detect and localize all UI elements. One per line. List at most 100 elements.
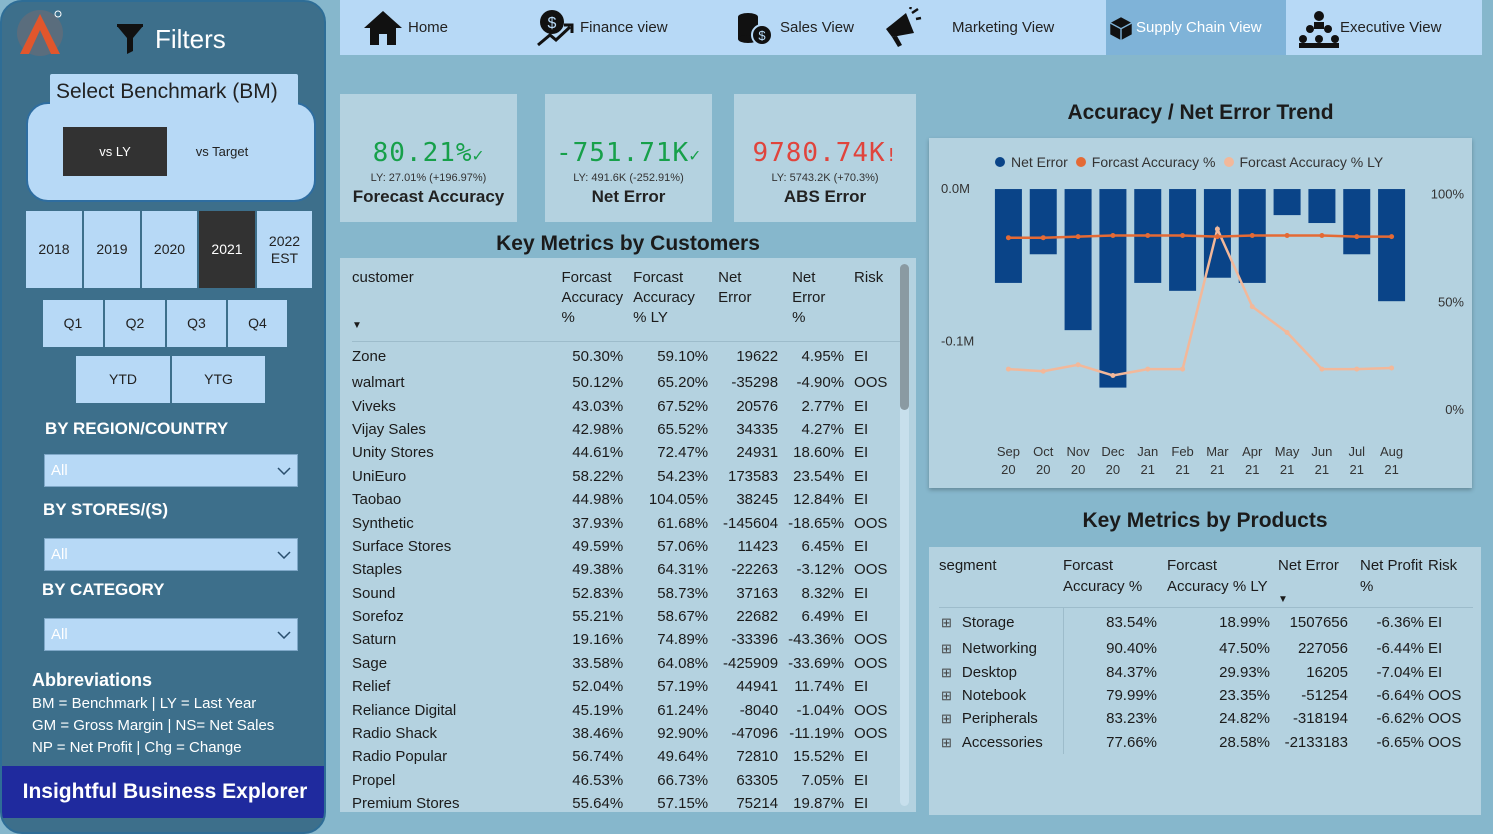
col-header-risk[interactable]: Risk <box>1424 547 1473 607</box>
col-header-forecast-accuracy-ly[interactable]: Forcast Accuracy % LY <box>1157 547 1270 607</box>
table-row[interactable]: ⊞ Notebook 79.99% 23.35% -51254 -6.64% OOS <box>939 683 1473 708</box>
segment-label: Peripherals <box>961 710 1038 728</box>
category-dropdown[interactable]: All <box>44 618 298 651</box>
table-row[interactable]: Zone 50.30% 59.10% 19622 4.95% EI <box>352 341 900 371</box>
kpi-forecast-accuracy: 80.21%✓ LY: 27.01% (+196.97%) Forecast A… <box>340 94 517 222</box>
year-2019-button[interactable]: 2019 <box>84 211 140 288</box>
expand-icon[interactable]: ⊞ <box>941 641 952 656</box>
nav-home-label: Home <box>408 19 449 36</box>
table-row[interactable]: ⊞ Peripherals 83.23% 24.82% -318194 -6.62% OOS <box>939 707 1473 731</box>
table-row[interactable]: Saturn 19.16% 74.89% -33396 -43.36% OOS <box>352 628 900 651</box>
expand-icon[interactable]: ⊞ <box>941 615 952 630</box>
x-tick-label: 21 <box>1315 462 1329 477</box>
cell-net-error: 72810 <box>736 748 779 766</box>
table-row[interactable]: ⊞ Desktop 84.37% 29.93% 16205 -7.04% EI <box>939 660 1473 684</box>
table-row[interactable]: ⊞ Storage 83.54% 18.99% 1507656 -6.36% EI <box>939 607 1473 637</box>
point-forecast-accuracy-ly <box>1005 366 1011 372</box>
customers-scrollbar-thumb[interactable] <box>900 264 909 410</box>
nav-sales-view[interactable]: $ Sales View <box>734 0 854 55</box>
table-row[interactable]: Premium Stores 55.64% 57.15% 75214 19.87% EI <box>352 792 900 815</box>
col-header-net-profit[interactable]: Net Profit % <box>1348 547 1424 607</box>
col-header-forecast-accuracy[interactable]: Forcast Accuracy % <box>1063 547 1157 607</box>
cell-forecast-accuracy-ly: 59.10% <box>657 347 709 365</box>
table-row[interactable]: Sage 33.58% 64.08% -425909 -33.69% OOS <box>352 652 900 675</box>
cell-risk: OOS <box>854 374 888 392</box>
col-header-forecast-accuracy-ly[interactable]: Forcast Accuracy % LY <box>623 258 708 341</box>
table-row[interactable]: Staples 49.38% 64.31% -22263 -3.12% OOS <box>352 558 900 581</box>
region-dropdown[interactable]: All <box>44 454 298 487</box>
col-header-forecast-accuracy[interactable]: Forcast Accuracy % <box>561 258 623 341</box>
expand-icon[interactable]: ⊞ <box>941 688 952 703</box>
table-row[interactable]: Radio Popular 56.74% 49.64% 72810 15.52% EI <box>352 745 900 768</box>
cell-customer: Propel <box>352 771 396 789</box>
cell-forecast-accuracy: 58.22% <box>572 467 624 485</box>
expand-icon[interactable]: ⊞ <box>941 735 952 750</box>
table-row[interactable]: Reliance Digital 45.19% 61.24% -8040 -1.04% O… <box>352 698 900 721</box>
nav-executive-view[interactable]: Executive View <box>1298 0 1441 55</box>
table-row[interactable]: Propel 46.53% 66.73% 63305 7.05% EI <box>352 769 900 792</box>
filters-title: Filters <box>155 24 226 54</box>
cell-forecast-accuracy-ly: 23.35% <box>1219 686 1270 704</box>
table-row[interactable]: Unity Stores 44.61% 72.47% 24931 18.60% EI <box>352 441 900 464</box>
cell-risk: OOS <box>1428 710 1462 728</box>
expand-icon[interactable]: ⊞ <box>941 665 952 680</box>
cell-segment: ⊞ Desktop <box>939 660 1064 684</box>
table-row[interactable]: Relief 52.04% 57.19% 44941 11.74% EI <box>352 675 900 698</box>
cell-forecast-accuracy-ly: 28.58% <box>1219 733 1270 751</box>
cell-customer: Viveks <box>352 397 396 415</box>
col-header-net-error[interactable]: Net Error <box>708 258 778 341</box>
table-row[interactable]: Viveks 43.03% 67.52% 20576 2.77% EI <box>352 394 900 417</box>
col-header-segment[interactable]: segment <box>939 547 1063 607</box>
bar-net-error <box>1308 189 1336 224</box>
customers-scrollbar-track[interactable] <box>900 264 909 806</box>
table-row[interactable]: Taobao 44.98% 104.05% 38245 12.84% EI <box>352 488 900 511</box>
period-ytg-button[interactable]: YTG <box>172 356 265 403</box>
cell-risk: EI <box>854 748 869 766</box>
table-row[interactable]: Vijay Sales 42.98% 65.52% 34335 4.27% EI <box>352 418 900 441</box>
table-row[interactable]: UniEuro 58.22% 54.23% 173583 23.54% EI <box>352 465 900 488</box>
x-tick-label: Nov <box>1067 444 1091 459</box>
cell-forecast-accuracy-ly: 92.90% <box>657 725 709 743</box>
kpi-sub: LY: 491.6K (-252.91%) <box>573 172 684 184</box>
period-ytd-button[interactable]: YTD <box>76 356 170 403</box>
nav-home[interactable]: Home <box>362 0 448 55</box>
cell-customer: walmart <box>352 374 405 392</box>
cell-net-profit: -6.36% <box>1376 613 1424 631</box>
table-row[interactable]: ⊞ Accessories 77.66% 28.58% -2133183 -6.65% OO… <box>939 730 1473 754</box>
year-2021-button[interactable]: 2021 <box>199 211 255 288</box>
y-right-tick-label: 100% <box>1431 187 1465 202</box>
point-forecast-accuracy <box>1040 235 1046 241</box>
cell-net-profit: -6.64% <box>1376 686 1424 704</box>
benchmark-vs-ly-button[interactable]: vs LY <box>63 127 167 176</box>
y-left-tick-label: -0.1M <box>941 333 974 348</box>
kpi-abs-error: 9780.74K! LY: 5743.2K (+70.3%) ABS Error <box>734 94 916 222</box>
col-header-customer[interactable]: customer ▼ <box>352 258 561 341</box>
stores-dropdown[interactable]: All <box>44 538 298 571</box>
nav-finance-view[interactable]: $ Finance view <box>534 0 668 55</box>
year-2022-est-button[interactable]: 2022 EST <box>257 211 312 288</box>
expand-icon[interactable]: ⊞ <box>941 711 952 726</box>
col-header-risk[interactable]: Risk <box>848 258 900 341</box>
point-forecast-accuracy <box>1145 233 1151 239</box>
quarter-q4-button[interactable]: Q4 <box>228 300 287 347</box>
col-header-net-error-pct[interactable]: Net Error % <box>778 258 848 341</box>
nav-supply-chain-view[interactable]: Supply Chain View <box>1106 0 1286 55</box>
x-tick-label: Apr <box>1242 444 1263 459</box>
cell-forecast-accuracy: 83.54% <box>1106 613 1157 631</box>
year-2020-button[interactable]: 2020 <box>142 211 197 288</box>
table-row[interactable]: Surface Stores 49.59% 57.06% 11423 6.45% EI <box>352 535 900 558</box>
year-2018-button[interactable]: 2018 <box>26 211 82 288</box>
x-tick-label: 20 <box>1106 462 1120 477</box>
col-header-net-error[interactable]: Net Error ▼ <box>1270 547 1348 607</box>
table-row[interactable]: Radio Shack 38.46% 92.90% -47096 -11.19% OOS <box>352 722 900 745</box>
quarter-q1-button[interactable]: Q1 <box>43 300 103 347</box>
benchmark-vs-target-button[interactable]: vs Target <box>170 127 274 176</box>
nav-marketing-view[interactable]: Marketing View <box>880 0 1054 55</box>
quarter-q3-button[interactable]: Q3 <box>167 300 226 347</box>
table-row[interactable]: ⊞ Networking 90.40% 47.50% 227056 -6.44% EI <box>939 637 1473 661</box>
table-row[interactable]: walmart 50.12% 65.20% -35298 -4.90% OOS <box>352 371 900 394</box>
table-row[interactable]: Sorefoz 55.21% 58.67% 22682 6.49% EI <box>352 605 900 628</box>
table-row[interactable]: Synthetic 37.93% 61.68% -145604 -18.65% OOS <box>352 511 900 534</box>
quarter-q2-button[interactable]: Q2 <box>105 300 165 347</box>
table-row[interactable]: Sound 52.83% 58.73% 37163 8.32% EI <box>352 582 900 605</box>
